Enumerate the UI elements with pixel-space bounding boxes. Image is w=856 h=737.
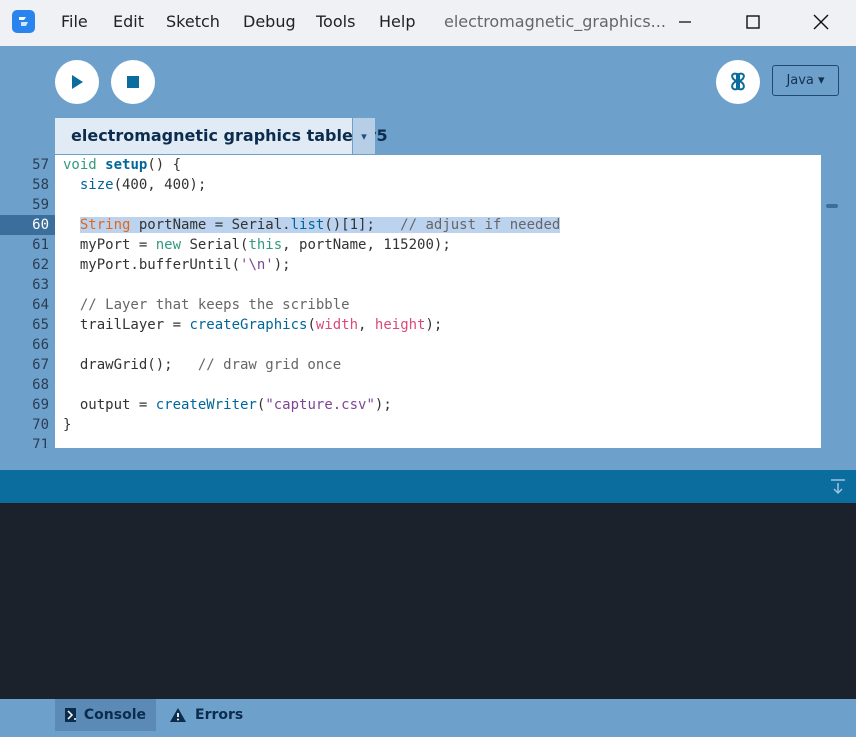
code-line[interactable]: String portName = Serial.list()[1]; // a… <box>63 215 561 235</box>
tab-sketch[interactable]: electromagnetic graphics tablet v5 <box>55 118 388 154</box>
stop-button[interactable] <box>111 60 155 104</box>
minimize-icon <box>679 21 691 23</box>
line-number: 71 <box>32 437 49 448</box>
menu-sketch[interactable]: Sketch <box>166 12 220 31</box>
code-line[interactable]: trailLayer = createGraphics(width, heigh… <box>63 315 560 335</box>
run-button[interactable] <box>55 60 99 104</box>
code-line[interactable]: } <box>63 415 560 435</box>
maximize-icon <box>746 15 760 29</box>
line-number-current: 60 <box>0 215 55 235</box>
terminal-icon <box>65 708 76 722</box>
warning-icon <box>170 708 186 722</box>
code-line[interactable]: output = createWriter("capture.csv"); <box>63 395 560 415</box>
console-tab-label: Console <box>83 707 146 723</box>
menu-edit[interactable]: Edit <box>113 12 144 31</box>
line-number: 65 <box>32 317 49 333</box>
line-number: 58 <box>32 177 49 193</box>
code-line[interactable] <box>63 375 560 395</box>
maximize-button[interactable] <box>731 6 775 38</box>
line-number: 68 <box>32 377 49 393</box>
code-line[interactable]: size(400, 400); <box>63 175 560 195</box>
code-line[interactable] <box>63 435 560 448</box>
line-number-gutter: 57 58 59 60 61 62 63 64 65 66 67 68 69 7… <box>0 155 55 448</box>
code-line[interactable]: drawGrid(); // draw grid once <box>63 355 560 375</box>
line-number: 64 <box>32 297 49 313</box>
line-number: 59 <box>32 197 49 213</box>
close-button[interactable] <box>799 6 843 38</box>
tab-console[interactable]: Console <box>55 699 156 731</box>
code-line[interactable]: void setup() { <box>63 155 560 175</box>
line-number: 66 <box>32 337 49 353</box>
bottom-tab-bar: Console Errors <box>0 699 856 737</box>
code-editor[interactable]: void setup() { size(400, 400); String po… <box>55 155 821 448</box>
editor-footer <box>0 448 856 470</box>
code-line[interactable]: myPort.bufferUntil('\n'); <box>63 255 560 275</box>
app-icon <box>12 10 35 33</box>
code-line[interactable]: myPort = new Serial(this, portName, 1152… <box>63 235 560 255</box>
minimize-button[interactable] <box>663 6 707 38</box>
code-line[interactable] <box>63 335 560 355</box>
scroll-marker <box>826 204 838 208</box>
code-text[interactable]: void setup() { size(400, 400); String po… <box>63 155 561 448</box>
line-number: 70 <box>32 417 49 433</box>
line-number: 63 <box>32 277 49 293</box>
code-line[interactable] <box>63 195 560 215</box>
menu-tools[interactable]: Tools <box>316 12 355 31</box>
toolbar: Java ▾ <box>0 46 856 118</box>
line-number: 57 <box>32 157 49 173</box>
message-bar <box>0 470 856 503</box>
tab-errors[interactable]: Errors <box>159 699 253 731</box>
window-title: electromagnetic_graphics... <box>444 12 666 31</box>
code-line[interactable]: // Layer that keeps the scribble <box>63 295 560 315</box>
console-output[interactable] <box>0 503 856 699</box>
butterfly-debugger-icon <box>731 72 745 91</box>
line-number: 67 <box>32 357 49 373</box>
debugger-button[interactable] <box>716 60 760 104</box>
mode-selector[interactable]: Java ▾ <box>772 65 839 96</box>
menu-file[interactable]: File <box>61 12 88 31</box>
play-icon <box>72 75 83 89</box>
tab-menu-button[interactable]: ▾ <box>353 118 375 154</box>
line-number: 61 <box>32 237 49 253</box>
close-icon <box>813 14 829 30</box>
errors-tab-label: Errors <box>195 707 244 723</box>
code-line[interactable] <box>63 275 560 295</box>
title-bar: File Edit Sketch Debug Tools Help electr… <box>0 0 856 46</box>
collapse-console-icon[interactable] <box>829 478 847 496</box>
line-number: 62 <box>32 257 49 273</box>
stop-icon <box>127 76 139 88</box>
line-number: 69 <box>32 397 49 413</box>
menu-help[interactable]: Help <box>379 12 415 31</box>
menu-debug[interactable]: Debug <box>243 12 296 31</box>
vertical-scrollbar[interactable] <box>821 155 841 448</box>
